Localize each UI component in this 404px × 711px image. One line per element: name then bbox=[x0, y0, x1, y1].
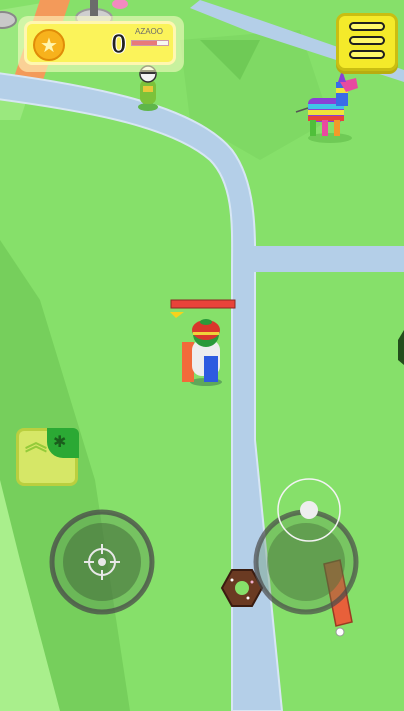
boost-badge: ✱ bbox=[47, 428, 79, 458]
side-road bbox=[252, 246, 404, 272]
game-world bbox=[0, 0, 404, 711]
star-icon: ★ bbox=[33, 29, 65, 61]
joystick-knob[interactable] bbox=[300, 501, 318, 519]
post bbox=[90, 0, 98, 16]
player-progress-bar bbox=[131, 40, 169, 46]
score-value: 0 bbox=[111, 28, 128, 60]
splat-icon: ✱ bbox=[53, 432, 67, 451]
score-panel-inner: ★ 0 AZAOO bbox=[24, 21, 176, 65]
menu-button[interactable] bbox=[336, 13, 398, 71]
double-chevron-up-icon: ︽ bbox=[25, 431, 48, 456]
enemy-character bbox=[138, 65, 158, 111]
player-progress-fill bbox=[132, 41, 158, 45]
aim-joystick[interactable] bbox=[49, 509, 155, 615]
score-panel: ★ 0 AZAOO bbox=[18, 16, 184, 72]
stone-ring-left bbox=[0, 11, 17, 29]
boost-button[interactable]: ︽ ✱ bbox=[16, 428, 79, 486]
player-health-bar bbox=[170, 299, 236, 309]
player-name: AZAOO bbox=[135, 27, 164, 36]
